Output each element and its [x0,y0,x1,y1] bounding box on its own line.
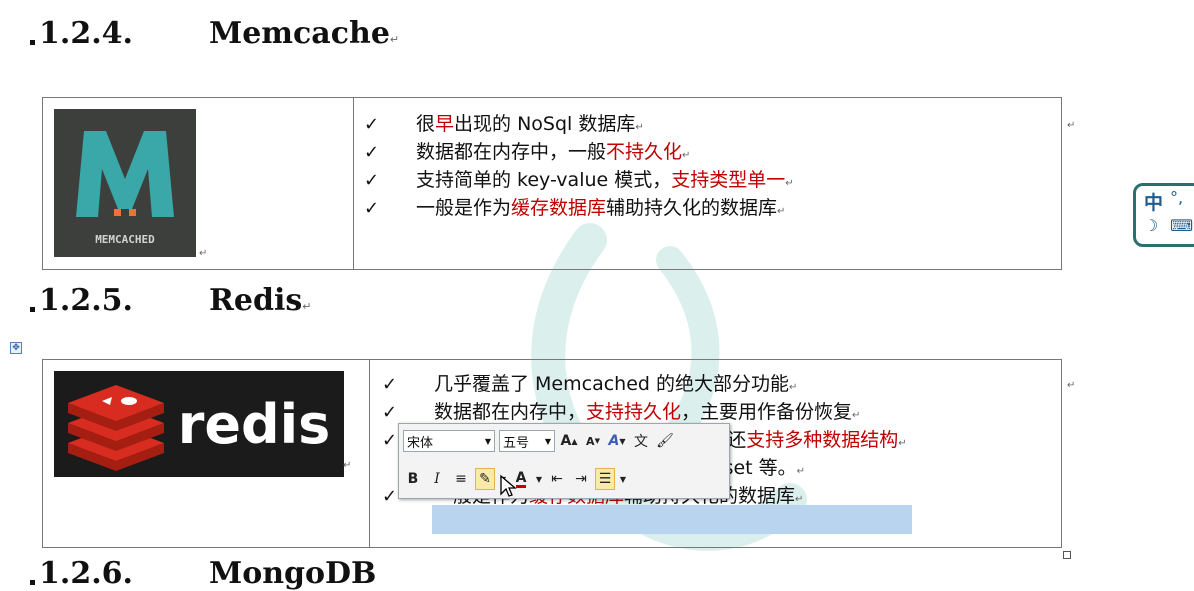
heading-number: 1.2.5. [39,283,133,318]
bullets-icon[interactable]: ☰ [595,468,615,490]
list-item-text: 支持持久化 [586,401,682,423]
keyboard-icon: ⌨ [1170,216,1194,235]
list-item[interactable]: ✓ 数据都在内存中，支持持久化，主要用作备份恢复↵ [382,398,1061,426]
memcached-m-icon: MEMCACHED [76,131,174,246]
shrink-font-icon[interactable]: A ▼ [583,430,603,452]
cell-end-mark: ↵ [199,248,208,259]
list-item-text: 数据都在内存中，一般 [416,141,607,163]
memcache-logo-cell[interactable]: MEMCACHED ↵ [43,98,354,269]
paragraph-mark-icon: ↵ [785,178,794,189]
list-item[interactable]: ✓ 很早出现的 NoSql 数据库↵ [364,110,1061,138]
list-item-text: 支持多种数据结构 [746,429,899,451]
chevron-down-icon[interactable]: ▼ [535,468,543,490]
paragraph-mark-icon: ↵ [302,300,312,313]
memcache-feature-list: ✓ 很早出现的 NoSql 数据库↵ ✓ 数据都在内存中，一般不持久化↵ ✓ 支持简单的 … [364,110,1061,222]
list-item-text: 很 [416,113,436,135]
table-resize-handle[interactable] [1063,551,1071,559]
paragraph-mark-icon: ↵ [796,466,806,477]
heading-bullet [30,580,35,585]
chevron-down-icon: ▼ [544,436,551,446]
list-item-text: 早 [435,113,455,135]
italic-button[interactable]: I [427,468,447,490]
heading-title: MongoDB [209,556,377,591]
paragraph-mark-icon: ↵ [852,410,861,421]
heading-number: 1.2.4. [39,16,133,51]
font-size-value: 五号 [503,435,530,451]
center-align-icon[interactable]: ≡ [451,468,471,490]
cell-end-mark: ↵ [343,460,352,471]
ime-status-indicator[interactable]: 中 °, ☽ ⌨ [1133,183,1194,247]
list-item-text: 一般是作为 [416,197,512,219]
heading-title: Memcache [209,16,390,51]
heading-number: 1.2.6. [39,556,133,591]
mini-format-toolbar: 宋体 ▼ 五号 ▼ A▲ A▼ A▼ 文 🖌 B I ≡ ✎ ▼ A ▼ ⇤ ⇥… [398,423,730,499]
checkmark-icon: ✓ [382,374,398,395]
decrease-indent-icon[interactable]: ⇤ [547,468,567,490]
mouse-cursor-icon [500,474,517,497]
paragraph-mark-icon: ↵ [635,122,644,133]
font-name-value: 宋体 [407,435,434,451]
chevron-down-icon: ▼ [484,436,491,446]
paragraph-mark-icon: ↵ [389,33,400,46]
paragraph-mark-icon: ↵ [795,494,804,505]
bold-button[interactable]: B [403,468,423,490]
heading-title: Redis [209,283,303,318]
font-size-combo[interactable]: 五号 ▼ [499,430,555,452]
checkmark-icon: ✓ [364,114,380,135]
list-item-text: 支持简单的 key-value 模式， [416,169,672,191]
paragraph-mark-icon: ↵ [898,438,907,449]
heading-bullet [30,307,35,312]
list-item-text: 缓存数据库 [511,197,607,219]
chevron-down-icon[interactable]: ▼ [619,468,627,490]
redis-logo: redis [54,371,344,477]
grow-font-icon[interactable]: A ▲ [559,430,579,452]
memcached-logo-text: MEMCACHED [95,233,155,246]
increase-indent-icon[interactable]: ⇥ [571,468,591,490]
paragraph-mark-icon: ↵ [789,382,798,393]
list-item-text: 数据都在内存中， [434,401,587,423]
phonetic-guide-icon[interactable]: 文 [631,430,651,452]
memcached-logo: MEMCACHED [54,109,196,257]
checkmark-icon: ✓ [364,198,380,219]
checkmark-icon: ✓ [364,170,380,191]
list-item-text: 出现的 NoSql 数据库 [454,113,636,135]
row-end-mark: ↵ [1067,380,1076,391]
redis-cube-icon: redis [68,385,331,471]
format-painter-icon[interactable]: 🖌 [655,430,675,452]
highlight-color-icon[interactable]: ✎ [475,468,495,490]
punctuation-icon: °, [1170,188,1184,207]
heading-bullet [30,40,35,45]
paragraph-mark-icon: ↵ [777,206,786,217]
list-item[interactable]: ✓ 几乎覆盖了 Memcached 的绝大部分功能↵ [382,370,1061,398]
redis-logo-text: redis [178,393,331,456]
list-item[interactable]: ✓ 一般是作为缓存数据库辅助持久化的数据库↵ [364,194,1061,222]
table-move-handle-icon[interactable]: ✥ [10,342,22,354]
heading-mongodb: 1.2.6. MongoDB [30,556,376,591]
checkmark-icon: ✓ [364,142,380,163]
memcache-features-cell[interactable]: ✓ 很早出现的 NoSql 数据库↵ ✓ 数据都在内存中，一般不持久化↵ ✓ 支持简单的 … [354,98,1061,269]
text-style-icon[interactable]: A ▼ [607,430,627,452]
memcache-table: MEMCACHED ↵ ✓ 很早出现的 NoSql 数据库↵ ✓ 数据都在内存中，一般… [42,97,1062,270]
row-end-mark: ↵ [1067,120,1076,131]
heading-memcache: 1.2.4. Memcache↵ [30,16,399,51]
list-item-text: ，主要用作备份恢复 [681,401,853,423]
list-item[interactable]: ✓ 支持简单的 key-value 模式，支持类型单一↵ [364,166,1061,194]
heading-redis: 1.2.5. Redis↵ [30,283,312,318]
list-item-text: 几乎覆盖了 Memcached 的绝大部分功能 [434,373,789,395]
list-item-text: 辅助持久化的数据库 [606,197,778,219]
paragraph-mark-icon: ↵ [682,150,691,161]
ime-mode-label: 中 [1144,192,1164,214]
list-item[interactable]: ✓ 数据都在内存中，一般不持久化↵ [364,138,1061,166]
redis-logo-cell[interactable]: redis ↵ [43,360,370,547]
font-name-combo[interactable]: 宋体 ▼ [403,430,495,452]
moon-icon: ☽ [1144,216,1159,235]
list-item-text: 支持类型单一 [671,169,786,191]
list-item-text: 不持久化 [606,141,683,163]
